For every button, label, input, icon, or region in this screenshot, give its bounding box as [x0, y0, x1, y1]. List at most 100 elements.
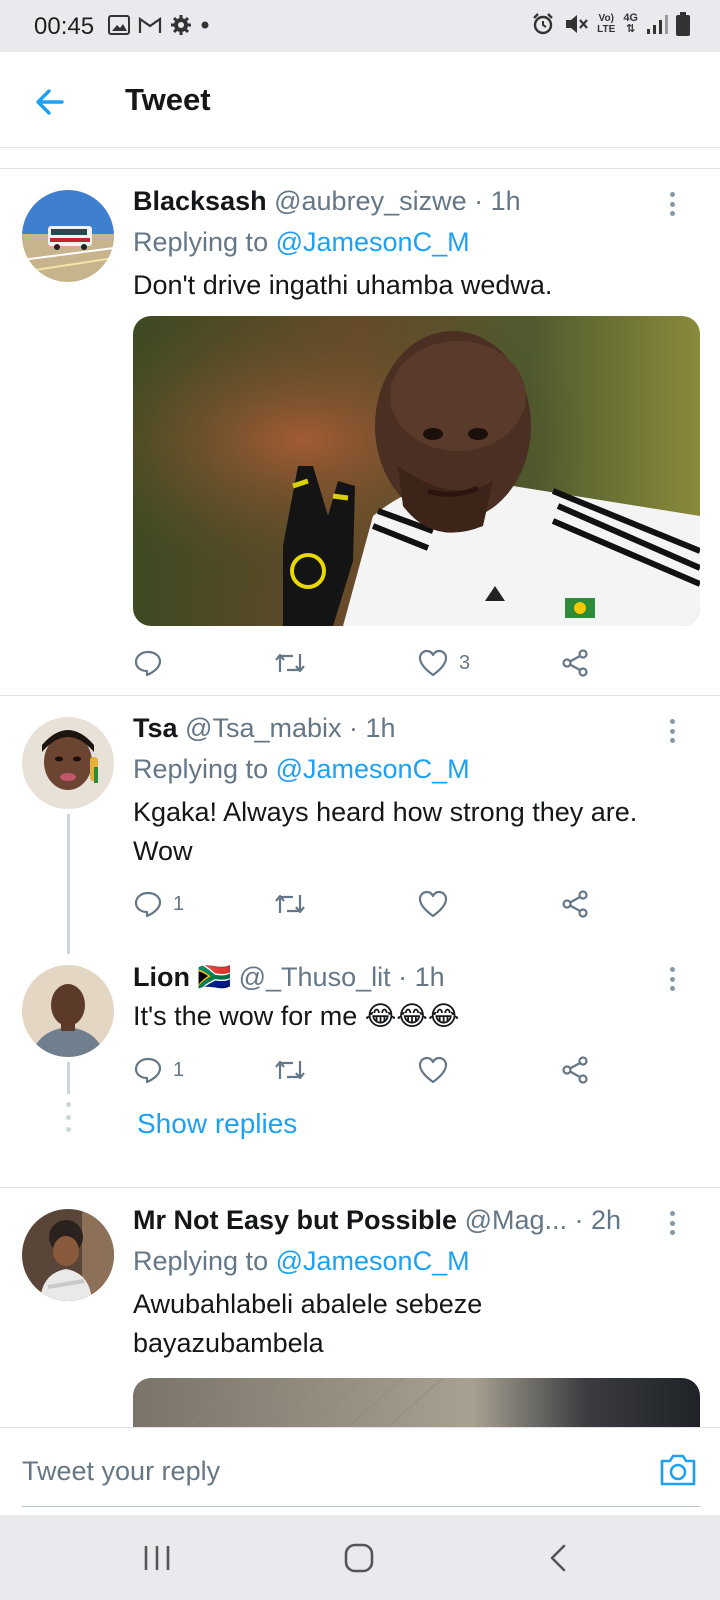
- handle[interactable]: @Tsa_mabix: [185, 713, 341, 743]
- thread-line: [67, 814, 70, 954]
- portrait-photo: [22, 965, 114, 1057]
- retweet-button[interactable]: [273, 884, 307, 924]
- avatar[interactable]: [22, 965, 114, 1057]
- timestamp: · 1h: [349, 713, 396, 743]
- thread-dots-icon: [66, 1102, 71, 1132]
- back-icon[interactable]: [546, 1541, 570, 1575]
- 4g-icon: 4G ⇅: [623, 12, 638, 35]
- share-icon: [562, 649, 588, 677]
- tweet-text: Kgaka! Always heard how strong they are.…: [133, 797, 638, 866]
- tweet-actions: 1: [133, 884, 693, 924]
- retweet-icon: [275, 653, 305, 673]
- tweet[interactable]: Mr Not Easy but Possible @Mag... · 2h Re…: [0, 1188, 720, 1427]
- more-options-icon[interactable]: [660, 189, 684, 219]
- heart-icon: [418, 1056, 448, 1084]
- status-time: 00:45: [34, 13, 95, 40]
- image-icon: [108, 15, 130, 35]
- reply-button[interactable]: 1: [133, 1050, 184, 1090]
- volte-icon: Vo) LTE: [597, 13, 615, 35]
- timestamp: · 2h: [574, 1205, 622, 1235]
- dot-icon: [201, 21, 209, 29]
- heart-icon: [418, 649, 448, 677]
- reply-underline: [22, 1506, 700, 1507]
- alarm-icon: [533, 13, 554, 35]
- gmail-icon: [138, 16, 162, 33]
- tweet-actions: 1: [133, 1050, 693, 1090]
- like-button[interactable]: [417, 884, 449, 924]
- retweet-icon: [275, 894, 305, 914]
- page-title: Tweet: [125, 82, 211, 117]
- tweet-meta: Mr Not Easy but Possible @Mag... · 2h: [133, 1205, 621, 1236]
- avatar[interactable]: [22, 717, 114, 809]
- replying-to: Replying to @JamesonC_M: [133, 754, 470, 785]
- tweet[interactable]: Tsa @Tsa_mabix · 1h Replying to @Jameson…: [0, 696, 720, 954]
- avatar[interactable]: [22, 1209, 114, 1301]
- cartoon-photo: [22, 1209, 114, 1301]
- display-name[interactable]: Tsa: [133, 713, 178, 743]
- mention-link[interactable]: @JamesonC_M: [276, 1246, 470, 1276]
- home-icon[interactable]: [342, 1541, 376, 1575]
- like-count: 3: [459, 651, 471, 674]
- van-photo: [22, 190, 114, 282]
- system-icons: Vo) LTE 4G ⇅: [531, 12, 690, 36]
- share-button[interactable]: [560, 1050, 590, 1090]
- tweet-image[interactable]: [133, 316, 700, 626]
- show-replies-link[interactable]: Show replies: [137, 1108, 297, 1140]
- replying-to: Replying to @JamesonC_M: [133, 1246, 470, 1277]
- reply-icon: [134, 891, 162, 918]
- tweet-image[interactable]: [133, 1378, 700, 1427]
- mention-link[interactable]: @JamesonC_M: [276, 754, 470, 784]
- battery-icon: [676, 12, 690, 36]
- reply-button[interactable]: [133, 643, 163, 683]
- notification-icons: [108, 14, 210, 36]
- tweet-text: Don't drive ingathi uhamba wedwa.: [133, 270, 553, 300]
- tweet-text: It's the wow for me 😂😂😂: [133, 1001, 460, 1031]
- mention-link[interactable]: @JamesonC_M: [276, 227, 470, 257]
- like-button[interactable]: [417, 1050, 449, 1090]
- display-name[interactable]: Mr Not Easy but Possible: [133, 1205, 457, 1235]
- reply-count: 1: [173, 892, 185, 915]
- more-options-icon[interactable]: [660, 716, 684, 746]
- handle[interactable]: @_Thuso_lit: [239, 962, 391, 992]
- signal-icon: [647, 15, 668, 34]
- recents-icon[interactable]: [142, 1541, 172, 1575]
- like-button[interactable]: 3: [417, 643, 470, 683]
- replying-prefix: Replying to: [133, 1246, 269, 1276]
- heart-icon: [418, 890, 448, 918]
- replying-prefix: Replying to: [133, 754, 269, 784]
- system-nav-bar: [0, 1515, 720, 1600]
- tweet[interactable]: Blacksash @aubrey_sizwe · 1h Replying to…: [0, 169, 720, 695]
- arrow-left-icon[interactable]: [30, 82, 70, 122]
- handle[interactable]: @aubrey_sizwe: [274, 186, 467, 216]
- camera-icon[interactable]: [658, 1452, 698, 1488]
- partial-photo: [133, 1378, 700, 1427]
- thread-line: [67, 1062, 70, 1094]
- share-icon: [562, 1056, 588, 1084]
- reply-input[interactable]: Tweet your reply: [22, 1456, 220, 1487]
- more-options-icon[interactable]: [660, 964, 684, 994]
- tweet[interactable]: Lion 🇿🇦 @_Thuso_lit · 1h It's the wow fo…: [0, 944, 720, 1164]
- retweet-button[interactable]: [273, 643, 307, 683]
- display-name[interactable]: Lion 🇿🇦: [133, 962, 231, 992]
- mute-icon: [566, 15, 588, 33]
- timestamp: · 1h: [474, 186, 521, 216]
- retweet-button[interactable]: [273, 1050, 307, 1090]
- more-options-icon[interactable]: [660, 1208, 684, 1238]
- handle[interactable]: @Mag...: [465, 1205, 567, 1235]
- tweet-text: Awubahlabeli abalele sebeze bayazubambel…: [133, 1289, 483, 1358]
- share-icon: [562, 890, 588, 918]
- share-button[interactable]: [560, 884, 590, 924]
- gear-icon: [171, 15, 191, 35]
- share-button[interactable]: [560, 643, 590, 683]
- tweet-meta: Lion 🇿🇦 @_Thuso_lit · 1h: [133, 961, 445, 993]
- volte-label-top: Vo): [598, 13, 614, 24]
- reply-button[interactable]: 1: [133, 884, 184, 924]
- replying-to: Replying to @JamesonC_M: [133, 227, 470, 258]
- tweet-actions: 3: [133, 643, 693, 683]
- tweet-meta: Tsa @Tsa_mabix · 1h: [133, 713, 396, 744]
- display-name[interactable]: Blacksash: [133, 186, 267, 216]
- app-header: Tweet: [0, 52, 720, 148]
- avatar[interactable]: [22, 190, 114, 282]
- reply-icon: [134, 650, 162, 677]
- volte-label-bottom: LTE: [597, 24, 616, 35]
